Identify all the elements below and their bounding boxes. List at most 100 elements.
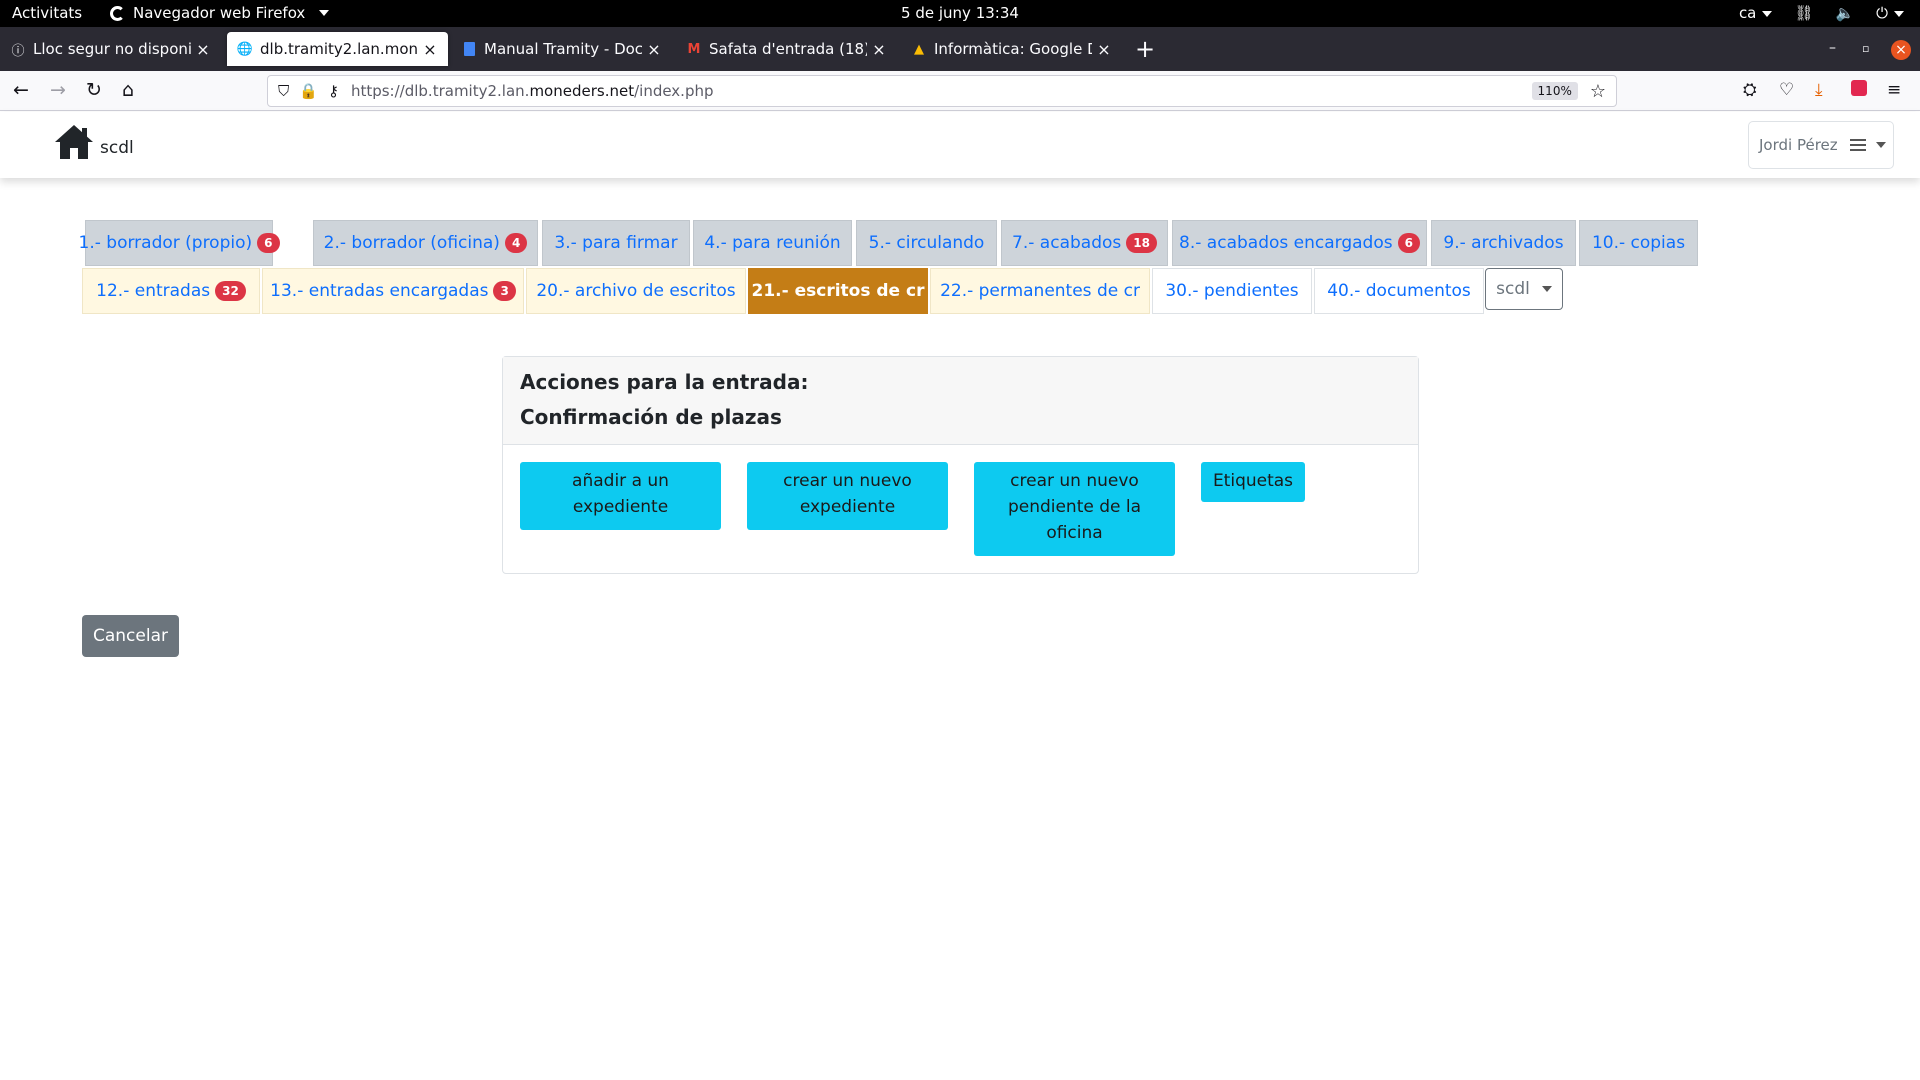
tab-pendientes[interactable]: 30.- pendientes	[1152, 268, 1312, 314]
tab-permanentes-de-cr[interactable]: 22.- permanentes de cr	[930, 268, 1150, 314]
browser-tab-active[interactable]: 🌐 dlb.tramity2.lan.moneders.net ×	[227, 32, 448, 66]
bookmark-star-icon[interactable]: ☆	[1590, 81, 1606, 102]
url-bar[interactable]: ⛉ 🔒 ⚷ https://dlb.tramity2.lan.moneders.…	[267, 75, 1617, 107]
chevron-down-icon	[319, 10, 330, 16]
app-menu[interactable]: Navegador web Firefox	[110, 4, 330, 22]
tab-label: 12.- entradas	[96, 281, 211, 301]
tab-circulando[interactable]: 5.- circulando	[856, 220, 997, 266]
tab-documentos[interactable]: 40.- documentos	[1314, 268, 1484, 314]
tab-para-firmar[interactable]: 3.- para firmar	[542, 220, 690, 266]
hamburger-icon	[1849, 139, 1866, 151]
language-label: ca	[1738, 4, 1757, 22]
home-icon[interactable]: ⌂	[122, 80, 134, 100]
tab-label: 8.- acabados encargados	[1179, 233, 1393, 253]
activities-button[interactable]: Activitats	[12, 4, 82, 22]
volume-icon[interactable]: 🔈	[1835, 4, 1854, 22]
close-icon[interactable]: ×	[195, 40, 211, 59]
browser-toolbar: ← → ↻ ⌂ ⛉ 🔒 ⚷ https://dlb.tramity2.lan.m…	[0, 71, 1920, 111]
tab-label: 20.- archivo de escritos	[536, 281, 736, 301]
tab-copias[interactable]: 10.- copias	[1579, 220, 1698, 266]
chevron-down-icon	[1762, 10, 1773, 17]
tab-label: 22.- permanentes de cr	[940, 281, 1140, 301]
browser-tab-strip: ⓘ Lloc segur no disponible × 🌐 dlb.trami…	[0, 27, 1920, 71]
chevron-down-icon	[1875, 142, 1886, 148]
tab-title: Manual Tramity - Documentos	[484, 40, 642, 58]
network-icon[interactable]: ⛓	[1794, 4, 1813, 22]
reload-icon[interactable]: ↻	[86, 80, 102, 100]
tab-acabados[interactable]: 7.- acabados 18	[1001, 220, 1168, 266]
actions-card: Acciones para la entrada: Confirmación d…	[502, 356, 1419, 574]
pocket-icon[interactable]: ♡	[1779, 80, 1794, 100]
chevron-down-icon	[1894, 10, 1904, 17]
url-text[interactable]: https://dlb.tramity2.lan.moneders.net/in…	[351, 82, 1532, 100]
language-indicator[interactable]: ca	[1738, 4, 1773, 22]
extension-icon[interactable]	[1851, 80, 1867, 101]
tab-para-reunion[interactable]: 4.- para reunión	[693, 220, 852, 266]
info-icon: ⓘ	[11, 43, 25, 59]
tab-archivo-de-escritos[interactable]: 20.- archivo de escritos	[526, 268, 746, 314]
gmail-icon: M	[687, 41, 701, 57]
count-badge: 3	[493, 281, 516, 301]
drive-icon: ▲	[914, 41, 924, 57]
browser-tab[interactable]: M Safata d'entrada (18) - jordi ×	[676, 32, 897, 66]
count-badge: 18	[1126, 233, 1157, 253]
tab-borrador-propio[interactable]: 1.- borrador (propio) 6	[79, 220, 280, 266]
close-icon[interactable]: ×	[871, 40, 887, 59]
url-prefix: https://dlb.tramity2.lan.	[350, 82, 530, 100]
key-icon[interactable]: ⚷	[328, 82, 339, 100]
restore-icon[interactable]: ▫	[1862, 42, 1869, 55]
card-header: Acciones para la entrada: Confirmación d…	[503, 357, 1418, 445]
tab-entradas-encargadas[interactable]: 13.- entradas encargadas 3	[262, 268, 524, 314]
url-domain: moneders.net	[529, 82, 635, 100]
tab-archivados[interactable]: 9.- archivados	[1431, 220, 1576, 266]
count-badge: 32	[215, 281, 246, 301]
tab-title: Lloc segur no disponible	[33, 40, 191, 58]
cancel-button[interactable]: Cancelar	[82, 615, 179, 657]
window-close-button[interactable]: ×	[1891, 40, 1911, 60]
browser-tab[interactable]: ⓘ Lloc segur no disponible ×	[0, 32, 221, 66]
new-tab-button[interactable]: +	[1135, 37, 1155, 61]
tab-label: 13.- entradas encargadas	[270, 281, 489, 301]
minimize-icon[interactable]: –	[1829, 40, 1836, 56]
house-icon	[55, 125, 93, 159]
back-icon[interactable]: ←	[13, 80, 29, 100]
tab-label: 30.- pendientes	[1165, 281, 1299, 301]
shield-icon[interactable]: ⛉	[278, 82, 289, 100]
power-icon[interactable]: ⏻	[1876, 4, 1904, 22]
tab-title: Safata d'entrada (18) - jordi	[709, 40, 867, 58]
office-select[interactable]: scdl	[1485, 268, 1563, 310]
new-expediente-button[interactable]: crear un nuevo expediente	[747, 462, 948, 530]
page-content: scdl Jordi Pérez 1.- borrador (propio) 6 …	[0, 112, 1920, 1080]
globe-icon: 🌐	[236, 41, 254, 57]
forward-icon[interactable]: →	[50, 80, 66, 100]
menu-icon[interactable]: ≡	[1887, 80, 1901, 100]
new-pendiente-button[interactable]: crear un nuevo pendiente de la oficina	[974, 462, 1175, 556]
system-tray: ca ⛓ 🔈 ⏻	[1739, 4, 1904, 22]
tab-entradas[interactable]: 12.- entradas 32	[82, 268, 260, 314]
zoom-indicator[interactable]: 110%	[1531, 82, 1578, 100]
user-menu-button[interactable]: Jordi Pérez	[1748, 121, 1894, 169]
tab-escritos-de-cr[interactable]: 21.- escritos de cr	[748, 268, 928, 314]
tab-title: dlb.tramity2.lan.moneders.net	[260, 40, 418, 58]
brand-link[interactable]: scdl	[54, 124, 134, 160]
labels-button[interactable]: Etiquetas	[1201, 462, 1305, 502]
lock-icon[interactable]: 🔒	[299, 82, 318, 100]
download-icon[interactable]: ⤓	[1815, 80, 1823, 100]
browser-tab[interactable]: Manual Tramity - Documentos ×	[451, 32, 672, 66]
browser-tab[interactable]: ▲ Informàtica: Google Drive ×	[901, 32, 1122, 66]
count-badge: 4	[504, 233, 528, 253]
close-icon[interactable]: ×	[422, 40, 438, 59]
tab-label: 10.- copias	[1591, 233, 1686, 253]
add-to-expediente-button[interactable]: añadir a un expediente	[520, 462, 721, 530]
close-icon[interactable]: ×	[646, 40, 662, 59]
tab-borrador-oficina[interactable]: 2.- borrador (oficina) 4	[313, 220, 538, 266]
clock[interactable]: 5 de juny 13:34	[901, 4, 1019, 22]
tab-label: 5.- circulando	[868, 233, 985, 253]
firefox-icon	[110, 5, 125, 21]
system-top-bar: Activitats Navegador web Firefox 5 de ju…	[0, 0, 1920, 27]
docs-icon	[461, 41, 477, 57]
close-icon[interactable]: ×	[1096, 40, 1112, 59]
account-icon[interactable]: ⛭	[1743, 80, 1757, 100]
tab-acabados-encargados[interactable]: 8.- acabados encargados 6	[1172, 220, 1427, 266]
user-name: Jordi Pérez	[1759, 136, 1838, 154]
